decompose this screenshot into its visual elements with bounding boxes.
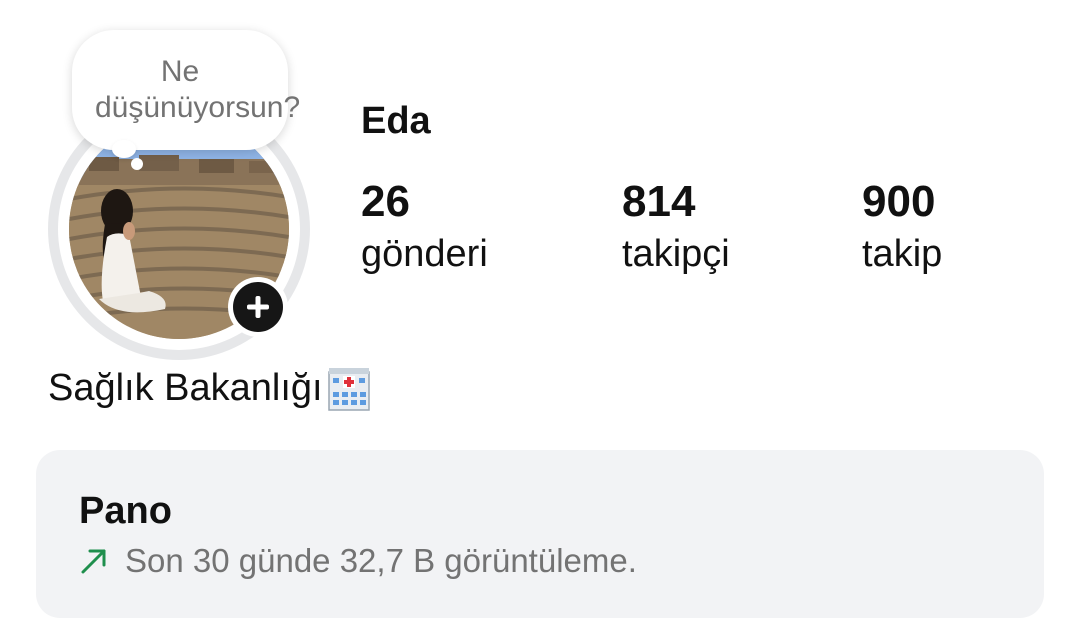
note-tail-dot-small [131,158,143,170]
note-tail-dot [112,140,136,158]
profile-name: Eda [361,100,431,142]
hospital-icon [327,368,370,411]
followers-count: 814 [622,177,696,226]
note-bubble[interactable]: Ne düşünüyorsun? [72,30,301,150]
add-story-button[interactable] [228,277,288,337]
plus-icon [247,296,269,318]
followers-label: takipçi [622,233,730,275]
trend-up-arrow-icon [81,549,106,574]
stat-followers[interactable]: 814 takipçi [622,176,730,280]
stat-following[interactable]: 900 takip [862,176,942,280]
posts-count: 26 [361,177,410,226]
note-placeholder: Ne düşünüyorsun? [95,55,301,124]
posts-label: gönderi [361,233,488,275]
bio: Sağlık Bakanlığı [48,364,373,412]
following-count: 900 [862,177,936,226]
dashboard-card[interactable]: Pano Son 30 günde 32,7 B görüntüleme. [36,450,1044,618]
dashboard-title: Pano [79,490,172,532]
following-label: takip [862,233,943,275]
bio-text: Sağlık Bakanlığı [48,366,323,409]
profile-header: Ne düşünüyorsun? Eda 26 gönderi 814 taki… [0,0,1080,629]
dashboard-subtitle-row: Son 30 günde 32,7 B görüntüleme. [79,542,637,580]
dashboard-subtitle: Son 30 günde 32,7 B görüntüleme. [125,542,637,579]
stat-posts[interactable]: 26 gönderi [361,176,488,280]
